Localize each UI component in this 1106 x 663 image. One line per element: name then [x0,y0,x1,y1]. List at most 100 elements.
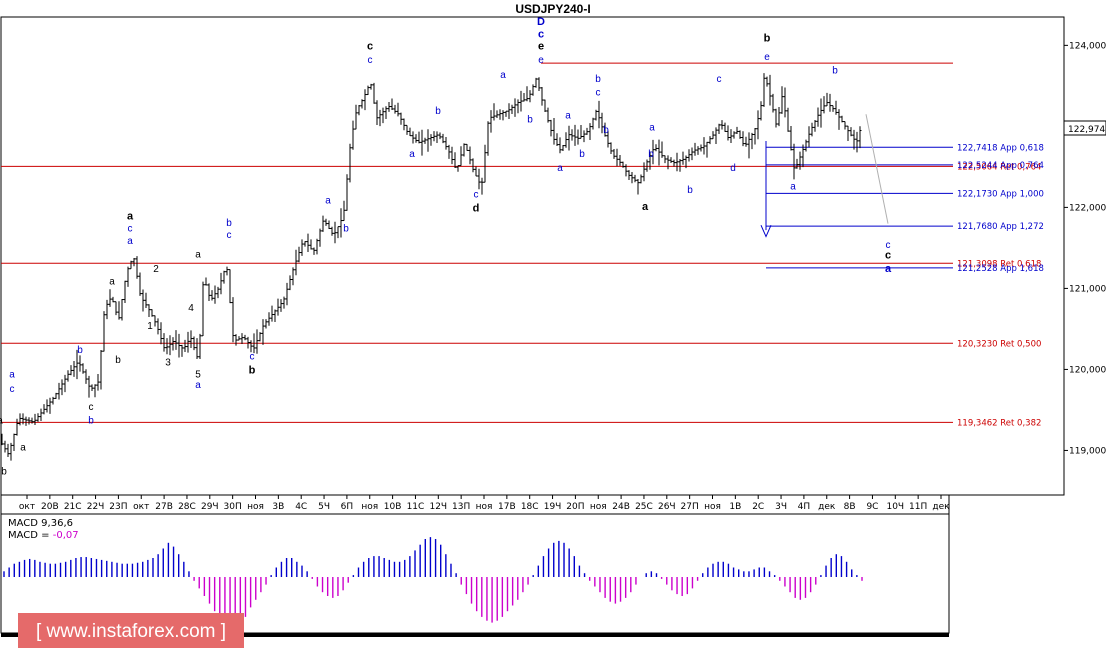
wave-label: a [325,195,331,206]
wave-label: e [538,40,544,52]
wave-label: c [10,384,15,395]
wave-label: b [527,114,533,125]
x-tick-label: 27П [681,502,699,512]
x-tick-label: 1В [729,502,741,512]
wave-label: a [565,110,571,121]
x-tick-label: окт [19,502,35,512]
wave-label: 5 [195,370,201,381]
x-tick-label: ноя [361,502,378,512]
wave-label: b [595,74,601,85]
wave-label: b [343,224,349,235]
x-tick-label: 3Ч [775,502,787,512]
level-label: 120,3230 Ret 0,500 [957,339,1041,349]
wave-label: c [250,352,255,363]
x-tick-label: 5Ч [318,502,330,512]
wave-label: a [109,276,115,287]
x-tick-label: ноя [704,502,721,512]
macd-params-label: MACD 9,36,6 [8,518,73,529]
watermark-badge: [ www.instaforex.com ] [18,613,244,648]
x-tick-label: 29Ч [201,502,219,512]
x-tick-label: 22Ч [87,502,105,512]
wave-label: c [367,40,373,52]
y-tick-label: 119,000 [1069,446,1106,456]
x-tick-label: 28С [178,502,196,512]
level-label: 122,1730 App 1,000 [957,189,1044,199]
y-tick-label: 124,000 [1069,41,1106,51]
wave-label: b [832,66,838,77]
wave-label: b [648,149,654,160]
wave-label: a [195,380,201,391]
watermark-text: [ www.instaforex.com ] [36,621,226,642]
wave-label: D [537,16,545,28]
current-price-marker: 122,974 [1063,120,1106,136]
wave-label: a [0,416,3,427]
y-tick-label: 122,000 [1069,203,1106,213]
macd-value: -0,07 [53,530,79,541]
wave-label: d [473,202,480,214]
wave-label: a [885,263,892,275]
x-tick-label: 18С [521,502,539,512]
x-tick-label: 4П [798,502,811,512]
x-tick-label: 2С [752,502,764,512]
x-tick-label: ноя [590,502,607,512]
x-tick-label: дек [932,502,950,512]
x-tick-label: 30П [224,502,242,512]
wave-label: c [89,402,94,413]
wave-label: a [9,370,15,381]
x-tick-label: 25С [635,502,653,512]
wave-label: b [764,32,771,44]
level-label: 119,3462 Ret 0,382 [957,418,1041,428]
x-tick-label: 24В [612,502,630,512]
x-tick-label: 20П [566,502,584,512]
x-tick-label: окт [133,502,149,512]
macd-name-2: MACD [8,530,38,541]
x-tick-label: 11П [909,502,927,512]
wave-label: c [596,88,601,99]
wave-label: 1 [147,321,153,332]
wave-label: e [538,55,544,66]
wave-label: b [1,467,7,478]
x-tick-label: 10Ч [886,502,904,512]
x-tick-label: 23П [109,502,127,512]
x-tick-label: 21С [64,502,82,512]
x-tick-label: ноя [476,502,493,512]
wave-label: c [227,230,232,241]
x-tick-label: 4С [295,502,307,512]
wave-label: c [538,28,544,40]
wave-label: c [717,74,722,85]
level-label: 121,7680 App 1,272 [957,222,1044,232]
wave-label: a [790,182,796,193]
x-tick-label: 26Ч [658,502,676,512]
wave-label: a [20,442,26,453]
wave-label: c [885,249,891,261]
wave-label: 3 [165,357,171,368]
level-label: 122,7418 App 0,618 [957,143,1044,153]
x-tick-label: 17В [498,502,516,512]
x-tick-label: 12Ч [429,502,447,512]
wave-label: b [579,149,585,160]
macd-params: 9,36,6 [41,518,73,529]
x-tick-label: 6П [341,502,354,512]
macd-name: MACD [8,518,38,529]
wave-label: b [77,345,83,356]
x-tick-label: дек [818,502,836,512]
wave-label: a [500,70,506,81]
x-tick-label: 9С [866,502,878,512]
wave-label: c [128,224,133,235]
wave-label: b [687,185,693,196]
current-price-label: 122,974 [1068,125,1105,135]
wave-label: e [764,52,770,63]
x-tick-label: 3В [272,502,284,512]
wave-label: a [409,149,415,160]
chart-title: USDJPY240-I [515,2,590,16]
y-tick-label: 120,000 [1069,365,1106,375]
wave-label: 2 [153,264,159,275]
wave-label: b [603,125,609,136]
level-label: 122,5244 App 0,764 [957,161,1044,171]
wave-label: b [115,355,121,366]
wave-label: c [368,55,373,66]
y-tick-label: 121,000 [1069,284,1106,294]
wave-label: d [730,163,736,174]
price-axis: 124,000 122,000 121,000 120,000 119,000 [1064,41,1106,456]
x-tick-label: 13П [452,502,470,512]
